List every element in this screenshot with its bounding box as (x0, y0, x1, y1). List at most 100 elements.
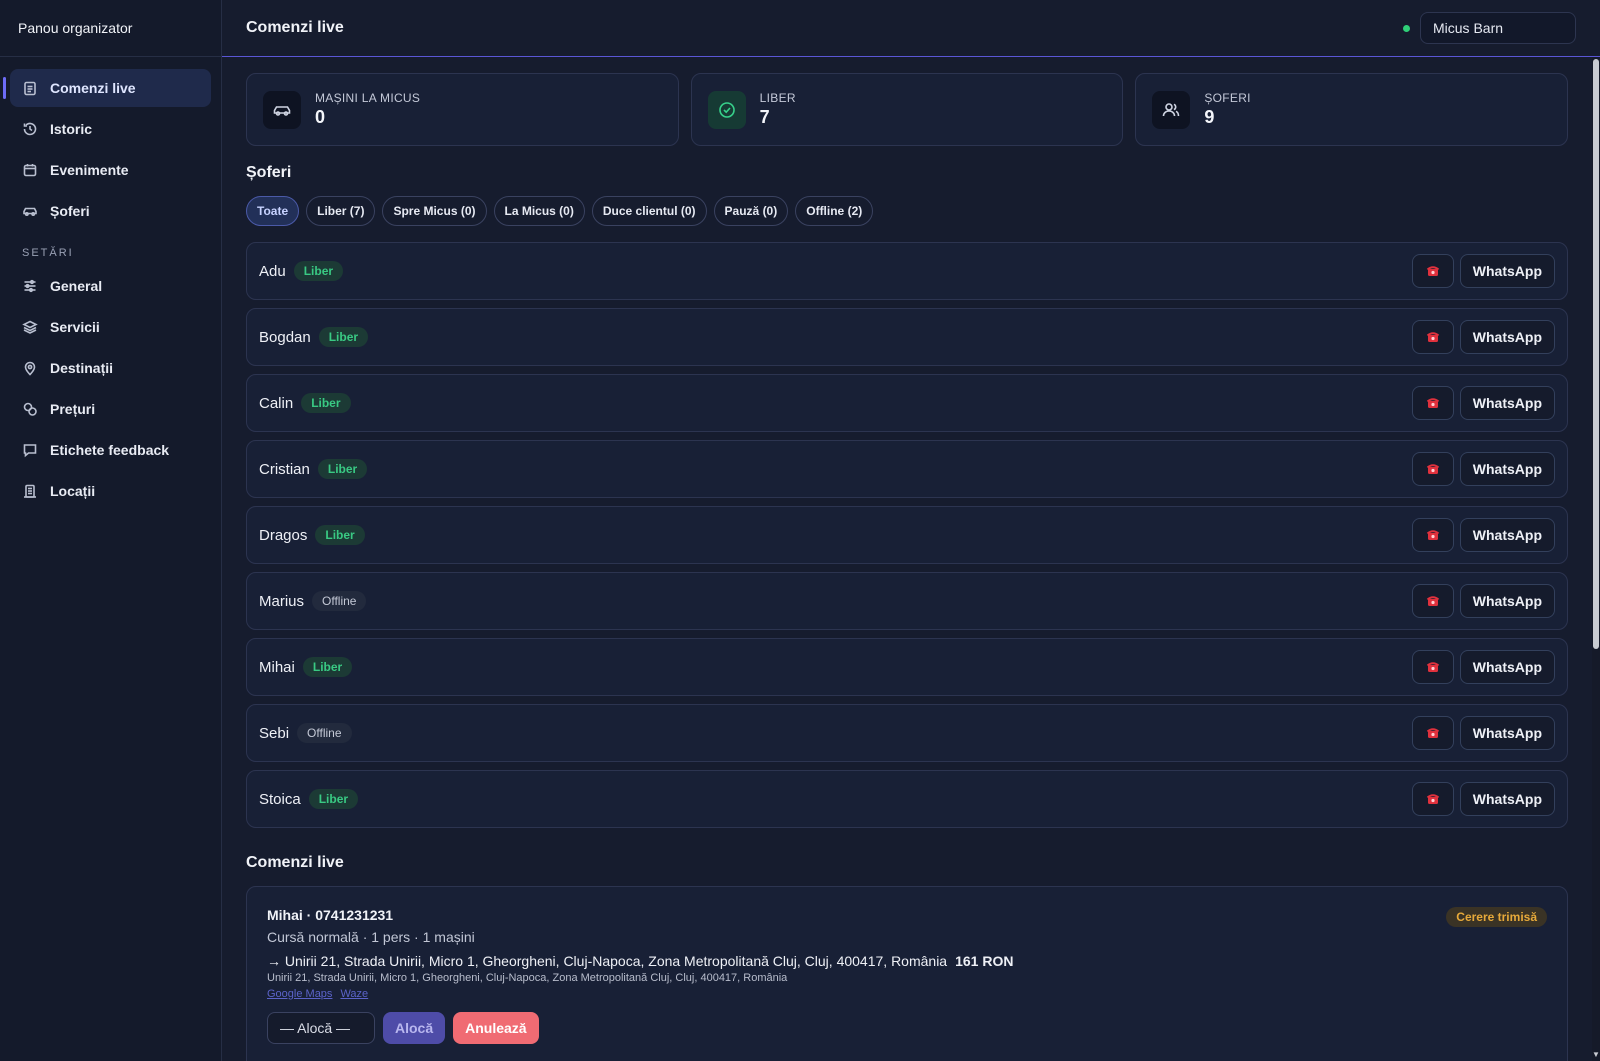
users-icon (1163, 102, 1180, 116)
filter-liber[interactable]: Liber (7) (306, 196, 376, 226)
header-right: Micus Barn (1403, 12, 1576, 44)
driver-status-badge: Liber (302, 657, 353, 677)
sidebar-item-label: Istoric (50, 121, 93, 137)
call-driver-button[interactable] (1411, 452, 1454, 486)
phone-icon (1426, 398, 1439, 408)
filter-offline[interactable]: Offline (2) (795, 196, 874, 226)
brand-title: Panou organizator (0, 0, 221, 57)
order-links: Google Maps Waze (267, 988, 1547, 1000)
whatsapp-button[interactable]: WhatsApp (1459, 518, 1555, 552)
filter-la-micus[interactable]: La Micus (0) (493, 196, 585, 226)
map-pin-icon (24, 361, 36, 376)
stat-icon-wrap (263, 90, 301, 129)
phone-icon (1426, 464, 1439, 474)
order-status-badge: Cerere trimisă (1446, 907, 1547, 927)
message-icon (23, 444, 37, 458)
driver-status-badge: Offline (312, 591, 367, 611)
orders-section-title: Comenzi live (246, 854, 344, 871)
sidebar-item-general[interactable]: General (10, 267, 211, 305)
driver-status-badge: Liber (301, 393, 351, 413)
assign-driver-select[interactable]: — Alocă — (267, 1012, 375, 1044)
order-route: → Unirii 21, Strada Unirii, Micro 1, Ghe… (267, 953, 948, 969)
call-driver-button[interactable] (1411, 782, 1454, 816)
stat-label: LIBER (759, 91, 796, 105)
stat-label: MAȘINI LA MICUS (315, 91, 421, 105)
online-status-dot (1403, 24, 1410, 32)
phone-icon (1426, 728, 1439, 738)
sidebar-item-preturi[interactable]: Prețuri (10, 390, 211, 428)
driver-actions: WhatsApp (1411, 254, 1555, 288)
sidebar-item-evenimente[interactable]: Evenimente (10, 151, 211, 189)
filter-pauza[interactable]: Pauză (0) (713, 196, 789, 226)
phone-icon (1426, 332, 1439, 342)
driver-status-badge: Liber (308, 789, 359, 809)
filter-spre-micus[interactable]: Spre Micus (0) (382, 196, 487, 226)
driver-status-badge: Offline (297, 723, 352, 743)
whatsapp-button[interactable]: WhatsApp (1459, 320, 1555, 354)
cancel-order-button[interactable]: Anulează (453, 1012, 539, 1044)
driver-row: Bogdan Liber WhatsApp (246, 308, 1568, 366)
sidebar-item-label: Comenzi live (50, 80, 136, 96)
driver-row: Adu Liber WhatsApp (246, 242, 1568, 300)
stat-card-liber: LIBER 7 (690, 73, 1124, 146)
order-actions: — Alocă — Alocă Anulează (267, 1012, 1547, 1044)
filter-duce-clientul[interactable]: Duce clientul (0) (591, 196, 707, 226)
driver-name: Marius (259, 592, 305, 610)
call-driver-button[interactable] (1411, 320, 1454, 354)
drivers-section-title: Șoferi (246, 164, 292, 181)
sidebar-item-label: General (50, 278, 103, 294)
call-driver-button[interactable] (1411, 716, 1454, 750)
sidebar-item-destinatii[interactable]: Destinații (10, 349, 211, 387)
driver-row: Mihai Liber WhatsApp (246, 638, 1568, 696)
sidebar-item-etichete-feedback[interactable]: Etichete feedback (10, 431, 211, 469)
stat-value: 0 (315, 107, 326, 127)
driver-status-badge: Liber (317, 459, 368, 479)
sidebar-item-label: Prețuri (50, 401, 96, 417)
order-details: Cursă normală · 1 pers · 1 mașini (267, 929, 475, 945)
sidebar-item-locatii[interactable]: Locații (10, 472, 211, 510)
sidebar-item-comenzi-live[interactable]: Comenzi live (3, 69, 211, 107)
driver-actions: WhatsApp (1411, 584, 1555, 618)
sliders-icon (24, 279, 36, 293)
whatsapp-button[interactable]: WhatsApp (1459, 386, 1555, 420)
driver-name: Mihai (259, 658, 295, 676)
stat-card-soferi: ȘOFERI 9 (1135, 73, 1569, 146)
driver-row: Dragos Liber WhatsApp (246, 506, 1568, 564)
settings-section-label: SETĂRI (22, 247, 74, 259)
sidebar-item-servicii[interactable]: Servicii (10, 308, 211, 346)
whatsapp-button[interactable]: WhatsApp (1459, 452, 1555, 486)
scroll-down-arrow-icon[interactable]: ▼ (1592, 1051, 1600, 1059)
location-select[interactable]: Micus Barn (1420, 12, 1576, 44)
waze-link[interactable]: Waze (340, 988, 368, 1000)
stat-card-masini-la-micus: MAȘINI LA MICUS 0 (246, 73, 679, 146)
driver-actions: WhatsApp (1411, 782, 1555, 816)
whatsapp-button[interactable]: WhatsApp (1459, 254, 1555, 288)
order-address: Unirii 21, Strada Unirii, Micro 1, Gheor… (267, 972, 788, 984)
driver-name: Adu (259, 262, 286, 280)
driver-actions: WhatsApp (1411, 320, 1555, 354)
whatsapp-button[interactable]: WhatsApp (1459, 650, 1555, 684)
sidebar-item-label: Servicii (50, 319, 100, 335)
sidebar-item-istoric[interactable]: Istoric (10, 110, 211, 148)
sidebar-item-soferi[interactable]: Șoferi (10, 192, 211, 230)
call-driver-button[interactable] (1411, 584, 1454, 618)
whatsapp-button[interactable]: WhatsApp (1459, 716, 1555, 750)
call-driver-button[interactable] (1411, 650, 1454, 684)
filter-toate[interactable]: Toate (246, 196, 300, 226)
driver-status-badge: Liber (318, 327, 369, 347)
whatsapp-button[interactable]: WhatsApp (1459, 584, 1555, 618)
page-scrollbar[interactable]: ▼ (1592, 57, 1600, 1061)
call-driver-button[interactable] (1411, 254, 1454, 288)
driver-name: Bogdan (259, 328, 311, 346)
phone-icon (1426, 266, 1439, 276)
google-maps-link[interactable]: Google Maps (267, 988, 332, 1000)
stat-label: ȘOFERI (1204, 91, 1251, 105)
phone-icon (1426, 662, 1439, 672)
call-driver-button[interactable] (1411, 518, 1454, 552)
call-driver-button[interactable] (1411, 386, 1454, 420)
driver-actions: WhatsApp (1411, 386, 1555, 420)
stat-value: 7 (759, 107, 770, 127)
scrollbar-thumb[interactable] (1593, 59, 1599, 649)
assign-button[interactable]: Alocă (383, 1012, 446, 1044)
whatsapp-button[interactable]: WhatsApp (1459, 782, 1555, 816)
